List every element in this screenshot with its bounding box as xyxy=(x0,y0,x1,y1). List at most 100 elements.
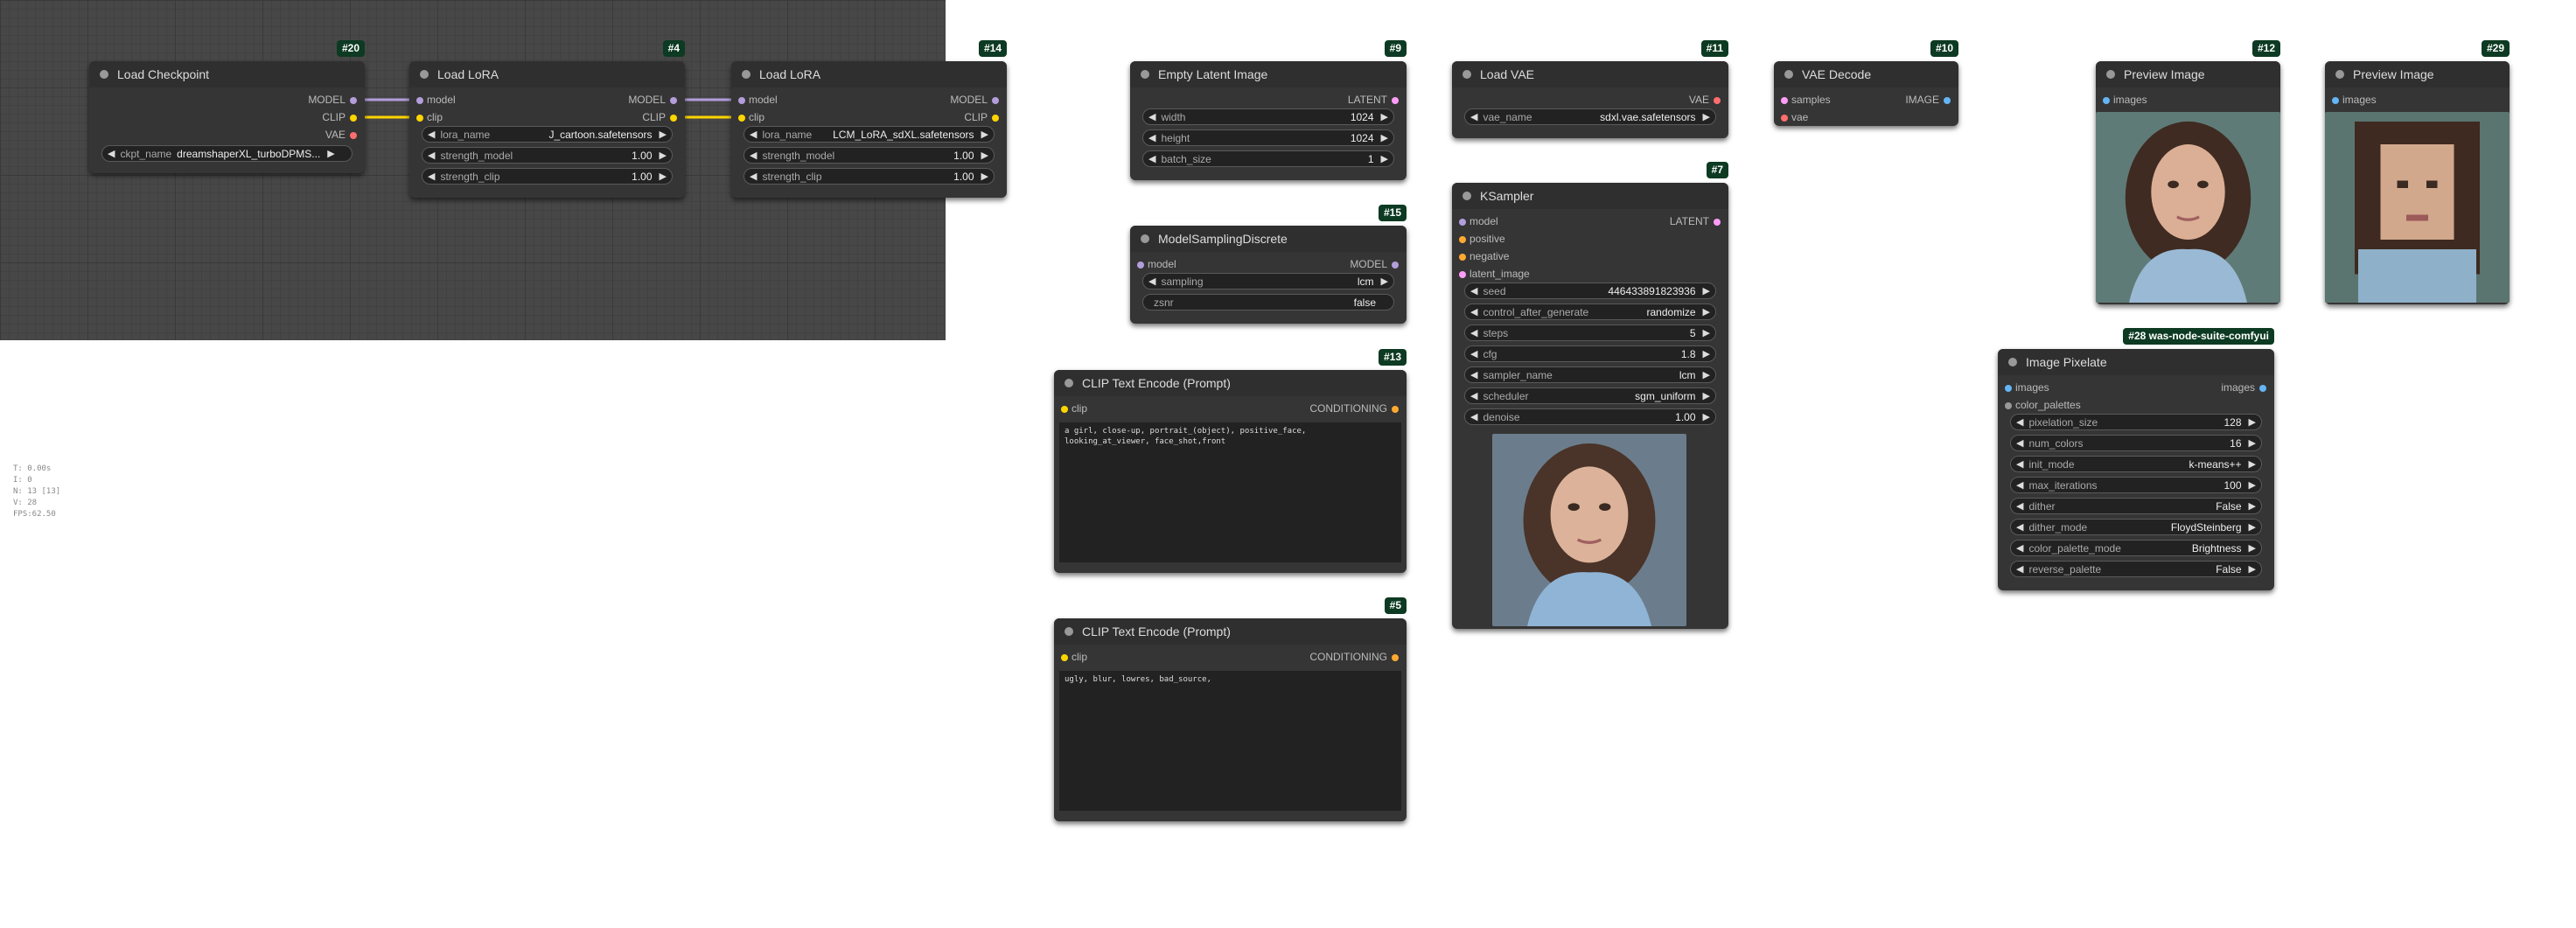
arrow-right-icon[interactable]: ▶ xyxy=(1703,369,1710,380)
output-image[interactable]: IMAGE xyxy=(1905,94,1951,106)
arrow-left-icon[interactable]: ◀ xyxy=(1148,132,1155,143)
collapse-dot[interactable] xyxy=(742,70,750,79)
input-model[interactable]: model xyxy=(738,94,778,106)
node-header[interactable]: Load VAE xyxy=(1452,61,1728,87)
input-images[interactable]: images xyxy=(2005,381,2049,394)
arrow-left-icon[interactable]: ◀ xyxy=(2016,521,2023,533)
max-iterations-number[interactable]: ◀ max_iterations 100 ▶ xyxy=(2010,477,2262,493)
input-clip[interactable]: clip xyxy=(737,111,764,123)
input-images[interactable]: images xyxy=(2332,94,2377,106)
arrow-left-icon[interactable]: ◀ xyxy=(108,148,115,159)
dither-combo[interactable]: ◀ dither False ▶ xyxy=(2010,498,2262,514)
node-clip-text-encode-positive[interactable]: #13 CLIP Text Encode (Prompt) clip CONDIT… xyxy=(1054,349,1407,573)
input-color-palettes[interactable]: color_palettes xyxy=(2005,399,2081,411)
node-header[interactable]: Load Checkpoint xyxy=(89,61,365,87)
arrow-left-icon[interactable]: ◀ xyxy=(750,171,757,182)
node-header[interactable]: Image Pixelate xyxy=(1998,349,2274,375)
cfg-number[interactable]: ◀ cfg 1.8 ▶ xyxy=(1464,345,1716,362)
arrow-right-icon[interactable]: ▶ xyxy=(2249,437,2256,449)
arrow-left-icon[interactable]: ◀ xyxy=(428,129,435,140)
arrow-left-icon[interactable]: ◀ xyxy=(1470,411,1477,422)
collapse-dot[interactable] xyxy=(1065,627,1073,636)
output-model[interactable]: MODEL xyxy=(308,94,357,106)
height-number[interactable]: ◀ height 1024 ▶ xyxy=(1142,129,1394,146)
batch-size-number[interactable]: ◀ batch_size 1 ▶ xyxy=(1142,150,1394,167)
input-positive[interactable]: positive xyxy=(1459,233,1505,245)
seed-number[interactable]: ◀ seed 446433891823936 ▶ xyxy=(1464,283,1716,299)
collapse-dot[interactable] xyxy=(1141,234,1149,243)
arrow-right-icon[interactable]: ▶ xyxy=(981,129,988,140)
reverse-palette-combo[interactable]: ◀ reverse_palette False ▶ xyxy=(2010,561,2262,577)
arrow-left-icon[interactable]: ◀ xyxy=(428,171,435,182)
input-negative[interactable]: negative xyxy=(1458,250,1509,262)
output-latent[interactable]: LATENT xyxy=(1348,94,1400,106)
scheduler-combo[interactable]: ◀ scheduler sgm_uniform ▶ xyxy=(1464,387,1716,404)
collapse-dot[interactable] xyxy=(2008,358,2017,366)
output-clip[interactable]: CLIP xyxy=(322,111,357,123)
arrow-right-icon[interactable]: ▶ xyxy=(2249,416,2256,428)
arrow-right-icon[interactable]: ▶ xyxy=(1381,153,1388,164)
output-model[interactable]: MODEL xyxy=(1350,258,1399,270)
node-header[interactable]: CLIP Text Encode (Prompt) xyxy=(1054,618,1407,645)
output-model[interactable]: MODEL xyxy=(628,94,677,106)
output-clip[interactable]: CLIP xyxy=(964,111,999,123)
collapse-dot[interactable] xyxy=(100,70,108,79)
arrow-right-icon[interactable]: ▶ xyxy=(1703,327,1710,338)
node-header[interactable]: Load LoRA xyxy=(731,61,1007,87)
collapse-dot[interactable] xyxy=(420,70,429,79)
input-model[interactable]: model xyxy=(1137,258,1176,270)
arrow-left-icon[interactable]: ◀ xyxy=(1470,348,1477,359)
node-header[interactable]: Empty Latent Image xyxy=(1130,61,1407,87)
arrow-right-icon[interactable]: ▶ xyxy=(1703,390,1710,401)
denoise-number[interactable]: ◀ denoise 1.00 ▶ xyxy=(1464,408,1716,425)
strength-clip-number[interactable]: ◀ strength_clip 1.00 ▶ xyxy=(743,168,995,185)
arrow-left-icon[interactable]: ◀ xyxy=(1148,153,1155,164)
lora-name-combo[interactable]: ◀ lora_name LCM_LoRA_sdXL.safetensors ▶ xyxy=(743,126,995,143)
prompt-textarea[interactable]: a girl, close-up, portrait_(object), pos… xyxy=(1059,422,1401,562)
node-load-vae[interactable]: #11 Load VAE VAE ◀ vae_name sdxl.vae.safet… xyxy=(1452,40,1728,138)
arrow-left-icon[interactable]: ◀ xyxy=(1470,327,1477,338)
color-palette-mode-combo[interactable]: ◀ color_palette_mode Brightness ▶ xyxy=(2010,540,2262,556)
arrow-right-icon[interactable]: ▶ xyxy=(327,148,334,159)
strength-clip-number[interactable]: ◀ strength_clip 1.00 ▶ xyxy=(422,168,673,185)
input-clip[interactable]: clip xyxy=(415,111,443,123)
input-vae[interactable]: vae xyxy=(1780,111,1808,123)
output-conditioning[interactable]: CONDITIONING xyxy=(1309,651,1399,663)
arrow-right-icon[interactable]: ▶ xyxy=(2249,458,2256,470)
arrow-left-icon[interactable]: ◀ xyxy=(1148,276,1155,287)
sampler-name-combo[interactable]: ◀ sampler_name lcm ▶ xyxy=(1464,366,1716,383)
collapse-dot[interactable] xyxy=(1463,192,1471,200)
node-preview-image-29[interactable]: #29 Preview Image images xyxy=(2325,40,2510,304)
arrow-left-icon[interactable]: ◀ xyxy=(1470,390,1477,401)
arrow-right-icon[interactable]: ▶ xyxy=(1381,132,1388,143)
arrow-right-icon[interactable]: ▶ xyxy=(2249,563,2256,575)
node-clip-text-encode-negative[interactable]: #5 CLIP Text Encode (Prompt) clip CONDITI… xyxy=(1054,597,1407,821)
arrow-right-icon[interactable]: ▶ xyxy=(981,171,988,182)
arrow-right-icon[interactable]: ▶ xyxy=(1381,111,1388,122)
node-ksampler[interactable]: #7 KSampler model LATENT positive negativ… xyxy=(1452,162,1728,629)
input-clip[interactable]: clip xyxy=(1060,651,1087,663)
node-vae-decode[interactable]: #10 VAE Decode samples IMAGE vae xyxy=(1774,40,1958,126)
output-conditioning[interactable]: CONDITIONING xyxy=(1309,402,1399,415)
lora-name-combo[interactable]: ◀ lora_name J_cartoon.safetensors ▶ xyxy=(422,126,673,143)
arrow-left-icon[interactable]: ◀ xyxy=(2016,542,2023,554)
node-header[interactable]: CLIP Text Encode (Prompt) xyxy=(1054,370,1407,396)
arrow-right-icon[interactable]: ▶ xyxy=(660,150,667,161)
prompt-textarea[interactable]: ugly, blur, lowres, bad_source, xyxy=(1059,671,1401,811)
arrow-right-icon[interactable]: ▶ xyxy=(2249,542,2256,554)
arrow-right-icon[interactable]: ▶ xyxy=(2249,479,2256,491)
arrow-left-icon[interactable]: ◀ xyxy=(750,129,757,140)
output-vae[interactable]: VAE xyxy=(1689,94,1721,106)
arrow-right-icon[interactable]: ▶ xyxy=(1703,306,1710,317)
arrow-left-icon[interactable]: ◀ xyxy=(2016,563,2023,575)
output-images[interactable]: images xyxy=(2221,381,2266,394)
output-model[interactable]: MODEL xyxy=(950,94,999,106)
num-colors-number[interactable]: ◀ num_colors 16 ▶ xyxy=(2010,435,2262,451)
collapse-dot[interactable] xyxy=(2106,70,2115,79)
collapse-dot[interactable] xyxy=(1065,379,1073,387)
input-model[interactable]: model xyxy=(416,94,456,106)
pixelation-size-number[interactable]: ◀ pixelation_size 128 ▶ xyxy=(2010,414,2262,430)
input-samples[interactable]: samples xyxy=(1781,94,1831,106)
arrow-right-icon[interactable]: ▶ xyxy=(660,129,667,140)
arrow-right-icon[interactable]: ▶ xyxy=(981,150,988,161)
